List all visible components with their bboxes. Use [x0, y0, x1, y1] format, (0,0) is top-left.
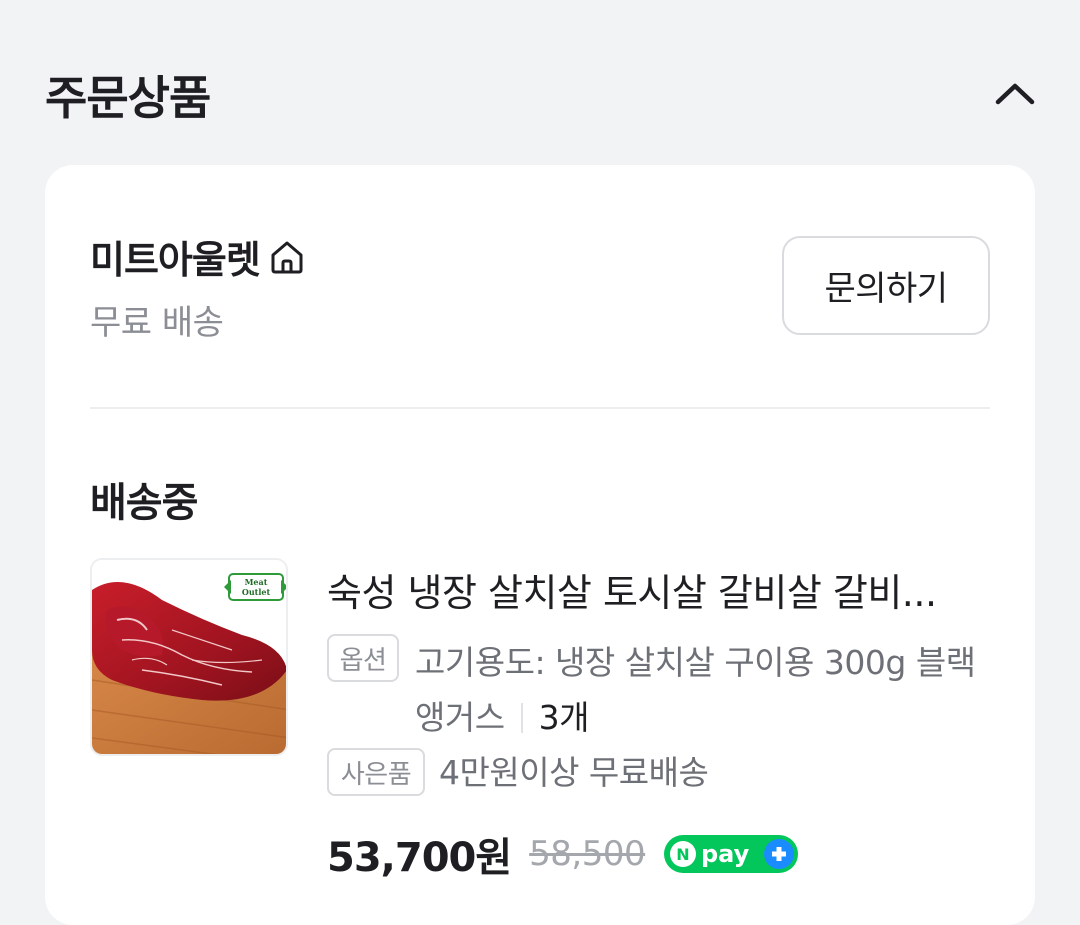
svg-text:pay: pay [701, 840, 750, 868]
npay-plus-badge: N pay [663, 834, 799, 874]
original-price: 58,500 [529, 834, 646, 874]
order-card: 미트아울렛 무료 배송 문의하기 배송중 Meat Outlet 숙성 냉장 살… [45, 165, 1035, 925]
chevron-up-icon [995, 83, 1035, 105]
option-tag: 옵션 [327, 634, 399, 682]
option-separator [520, 703, 523, 733]
product-name[interactable]: 숙성 냉장 살치살 토시살 갈비살 갈비... [327, 562, 987, 617]
meat-image: Meat Outlet [92, 560, 286, 754]
collapse-button[interactable] [990, 68, 1040, 118]
gift-text: 4만원이상 무료배송 [439, 753, 709, 792]
inquiry-button[interactable]: 문의하기 [782, 236, 990, 335]
option-value: 고기용도: 냉장 살치살 구이용 300g 블랙앵거스 [415, 643, 976, 737]
svg-text:Outlet: Outlet [242, 587, 271, 597]
section-title: 주문상품 [45, 71, 211, 125]
shipping-fee: 무료 배송 [90, 303, 224, 343]
svg-text:Meat: Meat [245, 577, 268, 587]
delivery-status: 배송중 [90, 480, 198, 526]
option-text: 고기용도: 냉장 살치살 구이용 300g 블랙앵거스 3개 [415, 635, 995, 745]
price-row: 53,700원 58,500 N pay [327, 825, 799, 883]
product-thumbnail[interactable]: Meat Outlet [90, 558, 288, 756]
seller-name-link[interactable]: 미트아울렛 [90, 229, 308, 284]
svg-text:N: N [676, 845, 689, 864]
order-items-header: 주문상품 [45, 60, 1040, 130]
home-icon [268, 237, 308, 277]
gift-tag: 사은품 [327, 748, 425, 796]
divider [90, 407, 990, 409]
seller-name: 미트아울렛 [90, 238, 261, 282]
price: 53,700원 [327, 835, 512, 881]
quantity: 3개 [538, 698, 590, 737]
